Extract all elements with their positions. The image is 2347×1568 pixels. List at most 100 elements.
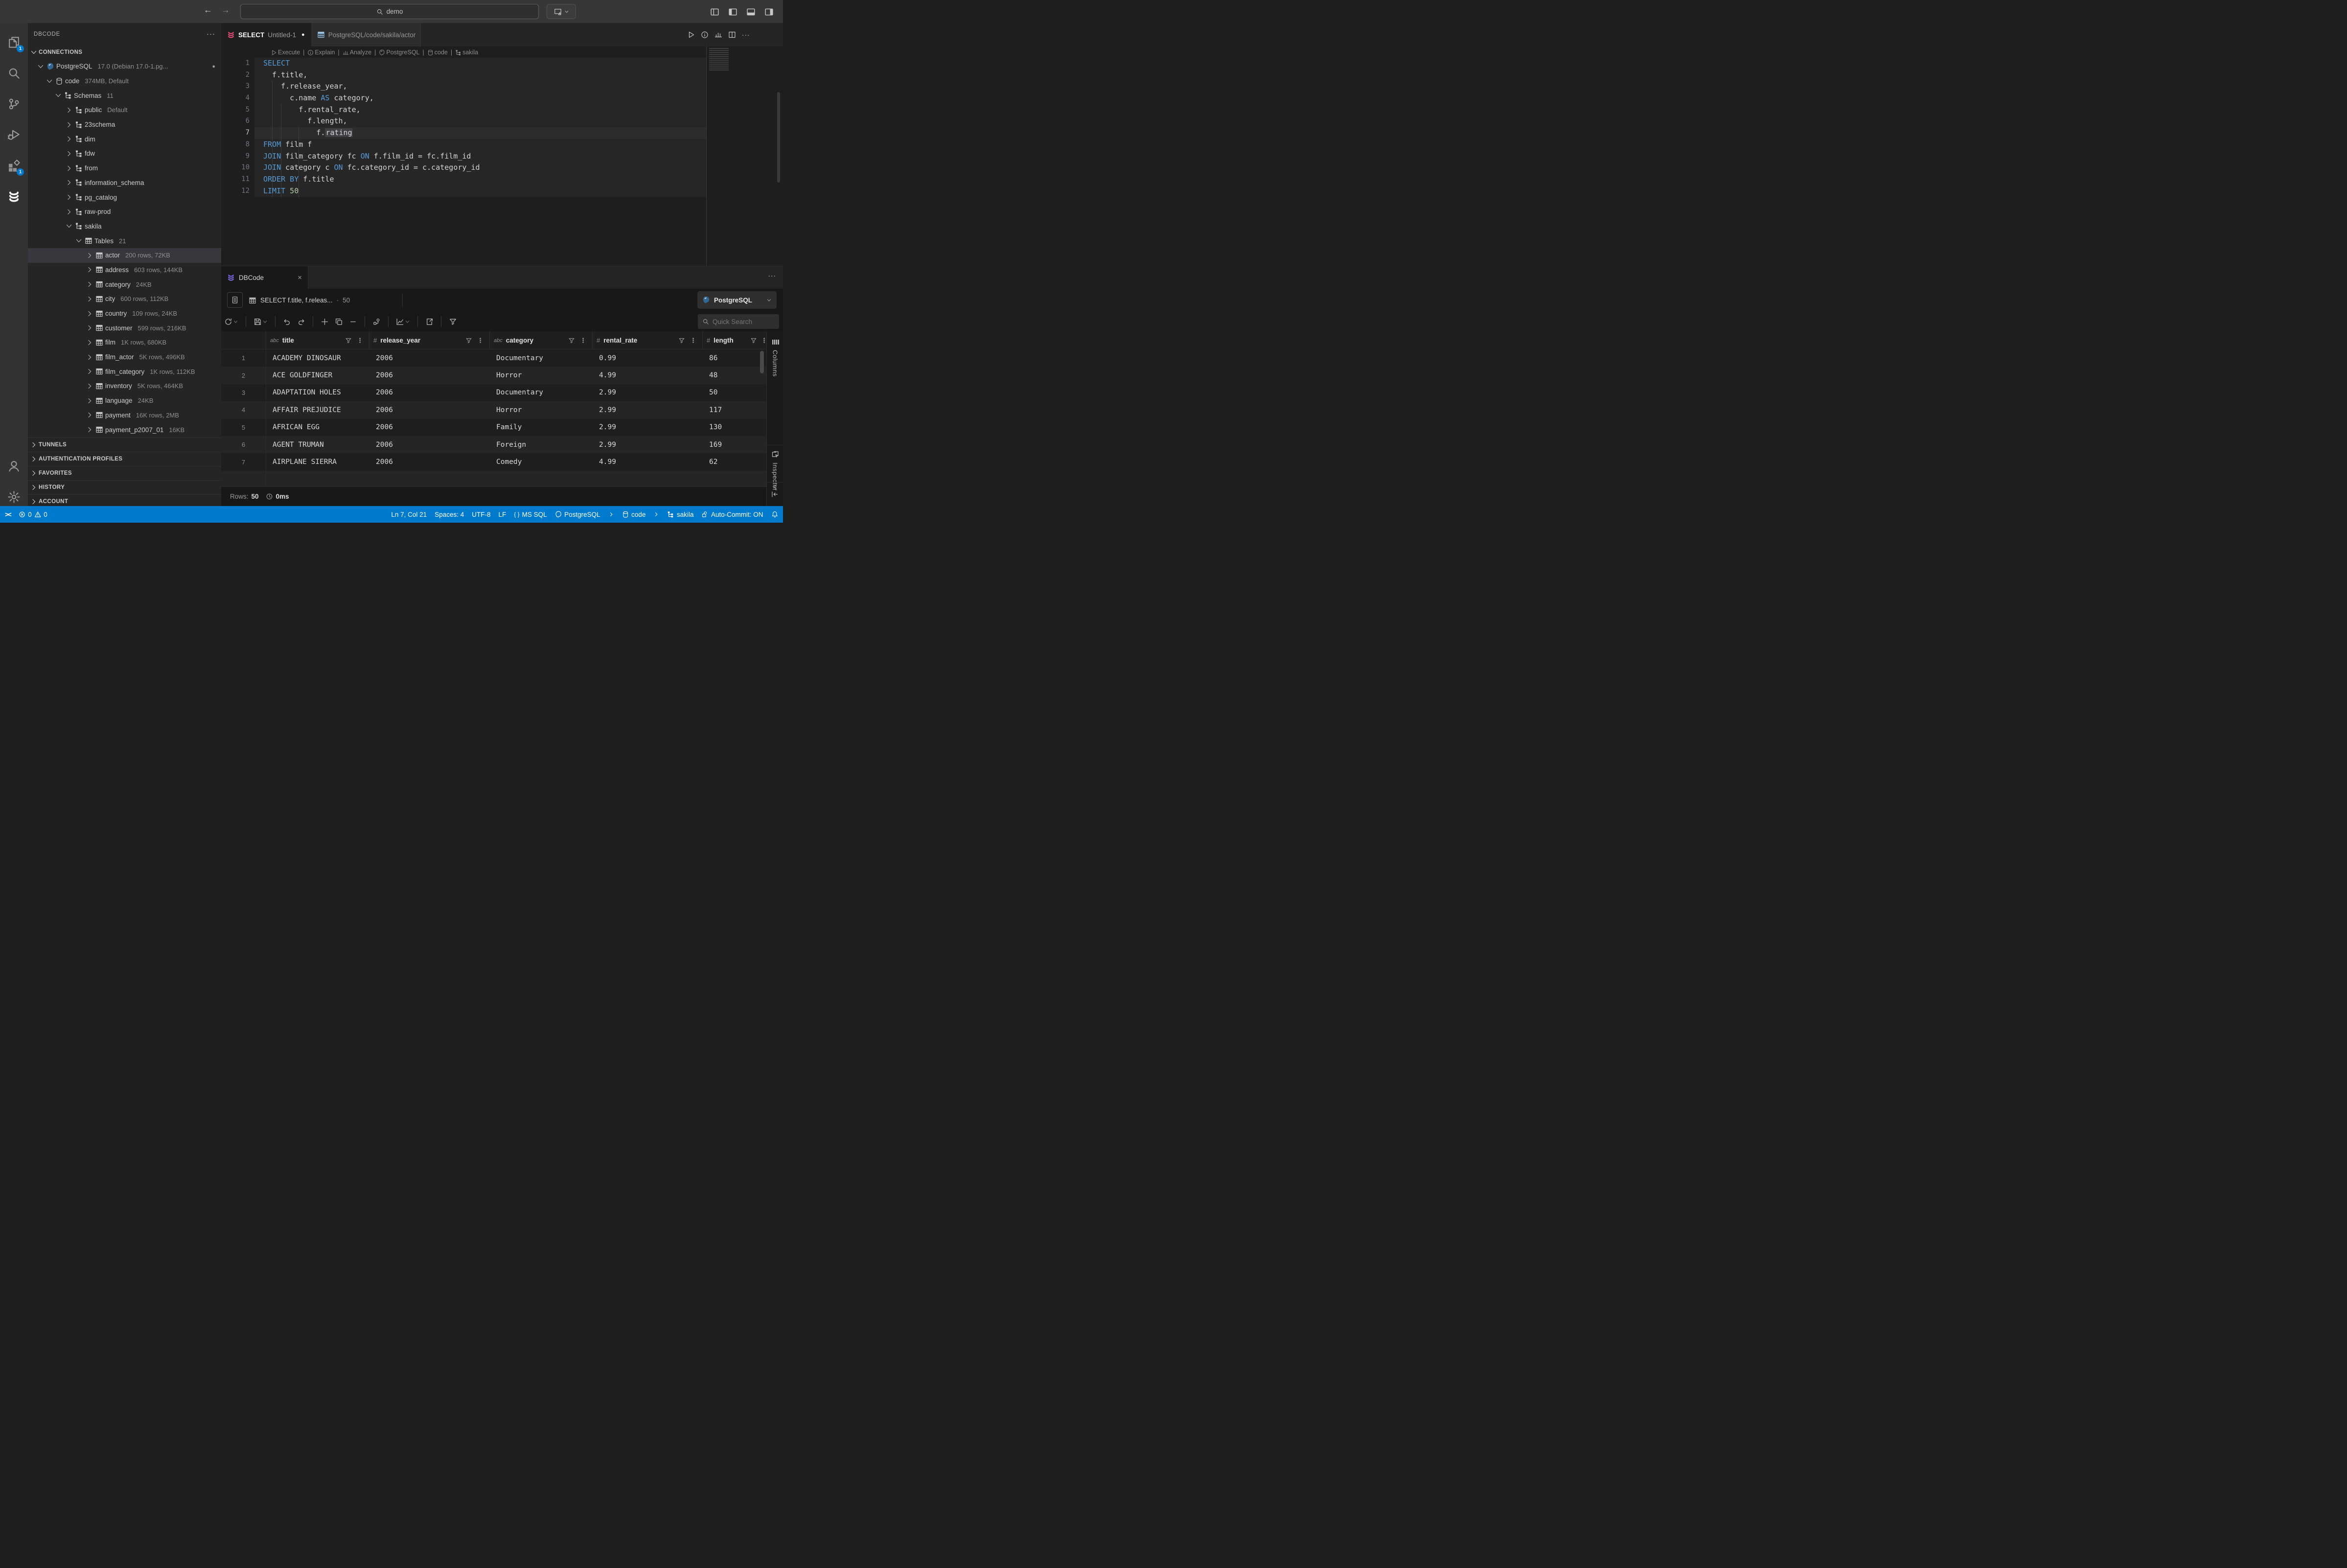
code-line[interactable]: f.rating: [263, 127, 480, 139]
cell-category[interactable]: Family: [496, 423, 522, 431]
auto-commit-toggle[interactable]: Auto-Commit: ON: [701, 511, 763, 518]
table-row[interactable]: 4 AFFAIR PREJUDICE 2006 Horror 2.99 117: [221, 401, 766, 418]
tree-item-connection-postgresql[interactable]: PostgreSQL 17.0 (Debian 17.0-1.pg... ●: [28, 59, 221, 74]
section-connections[interactable]: CONNECTIONS: [28, 45, 221, 59]
section-authentication-profiles[interactable]: AUTHENTICATION PROFILES: [28, 452, 221, 466]
cell-length[interactable]: 86: [709, 354, 717, 362]
cell-rental-rate[interactable]: 4.99: [599, 458, 616, 466]
filter-funnel-icon[interactable]: [345, 337, 352, 344]
row-number[interactable]: 3: [221, 389, 266, 396]
codelens-analyze[interactable]: Analyze: [343, 49, 371, 56]
row-number[interactable]: 6: [221, 441, 266, 448]
delete-row-button[interactable]: [349, 318, 357, 326]
save-button[interactable]: [253, 318, 268, 326]
tree-item-table-language[interactable]: language 24KB: [28, 393, 221, 408]
row-number[interactable]: 1: [221, 354, 266, 362]
remote-indicator[interactable]: ><: [5, 511, 11, 518]
table-row[interactable]: 5 AFRICAN EGG 2006 Family 2.99 130: [221, 419, 766, 436]
messages-view-button[interactable]: [227, 292, 243, 308]
panel-more-actions[interactable]: ···: [768, 272, 777, 279]
codelens-execute[interactable]: Execute: [271, 49, 300, 56]
table-row[interactable]: 1 ACADEMY DINOSAUR 2006 Documentary 0.99…: [221, 349, 766, 367]
indentation[interactable]: Spaces: 4: [435, 511, 464, 518]
cell-title[interactable]: ACE GOLDFINGER: [273, 371, 332, 379]
cell-category[interactable]: Horror: [496, 406, 522, 414]
column-header-title[interactable]: abc title ⋮: [266, 331, 369, 349]
explain-info-icon[interactable]: [701, 31, 709, 39]
transaction-button[interactable]: [372, 318, 381, 326]
code-editor[interactable]: SELECT f.title, f.release_year, c.name A…: [263, 58, 480, 197]
run-query-icon[interactable]: [687, 31, 695, 39]
tree-item-table-city[interactable]: city 600 rows, 112KB: [28, 292, 221, 306]
toggle-secondary-sidebar-button[interactable]: [763, 6, 775, 18]
undo-button[interactable]: [283, 318, 291, 326]
tree-item-table-film[interactable]: film 1K rows, 680KB: [28, 335, 221, 350]
cell-length[interactable]: 62: [709, 458, 717, 466]
tree-item-table-payment-p2007-01[interactable]: payment_p2007_01 16KB: [28, 422, 221, 437]
close-icon[interactable]: ×: [298, 274, 302, 282]
table-row[interactable]: 7 AIRPLANE SIERRA 2006 Comedy 4.99 62: [221, 453, 766, 470]
language-mode[interactable]: { }MS SQL: [514, 511, 547, 518]
split-editor-icon[interactable]: [728, 31, 736, 39]
code-line[interactable]: SELECT: [263, 58, 480, 69]
problems-indicator[interactable]: 0 0: [19, 511, 47, 518]
nav-back-button[interactable]: ←: [202, 5, 214, 15]
cell-release-year[interactable]: 2006: [376, 441, 393, 449]
editor-more-actions[interactable]: ···: [742, 31, 750, 39]
cell-length[interactable]: 50: [709, 389, 717, 396]
activity-settings[interactable]: [0, 484, 28, 509]
tree-item-schema-from[interactable]: from: [28, 161, 221, 176]
code-line[interactable]: JOIN category c ON fc.category_id = c.ca…: [263, 162, 480, 174]
panel-tab-dbcode[interactable]: DBCode ×: [221, 266, 308, 289]
engine-select-dropdown[interactable]: PostgreSQL: [697, 291, 777, 309]
refresh-button[interactable]: [224, 318, 238, 326]
row-number[interactable]: 5: [221, 424, 266, 431]
code-line[interactable]: c.name AS category,: [263, 92, 480, 104]
section-history[interactable]: HISTORY: [28, 480, 221, 494]
activity-dbcode[interactable]: [0, 184, 28, 208]
tree-item-database-code[interactable]: code 374MB, Default: [28, 74, 221, 89]
toggle-panel-button[interactable]: [745, 6, 757, 18]
code-line[interactable]: ORDER BY f.title: [263, 174, 480, 185]
cell-rental-rate[interactable]: 2.99: [599, 423, 616, 431]
tab-actor-table[interactable]: PostgreSQL/code/sakila/actor: [311, 23, 422, 46]
tree-item-schema-23schema[interactable]: 23schema: [28, 117, 221, 132]
table-row[interactable]: 6 AGENT TRUMAN 2006 Foreign 2.99 169: [221, 436, 766, 453]
cell-release-year[interactable]: 2006: [376, 423, 393, 431]
db-connection[interactable]: PostgreSQL: [555, 511, 600, 518]
cell-release-year[interactable]: 2006: [376, 371, 393, 379]
quick-search-box[interactable]: [698, 314, 779, 329]
activity-explorer[interactable]: 1: [0, 30, 28, 54]
cell-title[interactable]: AFFAIR PREJUDICE: [273, 406, 341, 414]
cell-rental-rate[interactable]: 2.99: [599, 406, 616, 414]
tree-item-table-actor[interactable]: actor 200 rows, 72KB: [28, 248, 221, 263]
filter-button[interactable]: [449, 318, 457, 326]
row-number[interactable]: 2: [221, 372, 266, 379]
column-header-rental-rate[interactable]: # rental_rate ⋮: [592, 331, 702, 349]
cell-title[interactable]: ADAPTATION HOLES: [273, 389, 341, 396]
filter-funnel-icon[interactable]: [465, 337, 472, 344]
codelens-connection[interactable]: PostgreSQL: [379, 49, 419, 56]
result-tab-active[interactable]: SELECT f.title, f.releas... · 50: [249, 289, 350, 312]
add-row-button[interactable]: [321, 318, 329, 326]
activity-source-control[interactable]: [0, 92, 28, 116]
analyze-chart-icon[interactable]: [714, 31, 722, 39]
eol-sequence[interactable]: LF: [498, 511, 506, 518]
tree-item-schema-public[interactable]: public Default: [28, 103, 221, 117]
tree-item-table-film-category[interactable]: film_category 1K rows, 112KB: [28, 364, 221, 379]
tree-item-schema-sakila[interactable]: sakila: [28, 219, 221, 234]
dirty-indicator-icon[interactable]: ●: [301, 32, 305, 38]
notifications[interactable]: [771, 511, 779, 518]
column-menu-icon[interactable]: ⋮: [690, 337, 696, 345]
filter-funnel-icon[interactable]: [678, 337, 685, 344]
nav-forward-button[interactable]: →: [219, 5, 232, 15]
db-database[interactable]: code: [622, 511, 646, 518]
cell-length[interactable]: 130: [709, 423, 722, 431]
encoding[interactable]: UTF-8: [472, 511, 490, 518]
sidebar-more-actions[interactable]: ···: [207, 30, 215, 38]
redo-button[interactable]: [297, 318, 305, 326]
section-account[interactable]: ACCOUNT: [28, 494, 221, 506]
customize-layout-button[interactable]: [709, 6, 720, 18]
cell-category[interactable]: Horror: [496, 371, 522, 379]
cell-length[interactable]: 169: [709, 441, 722, 449]
